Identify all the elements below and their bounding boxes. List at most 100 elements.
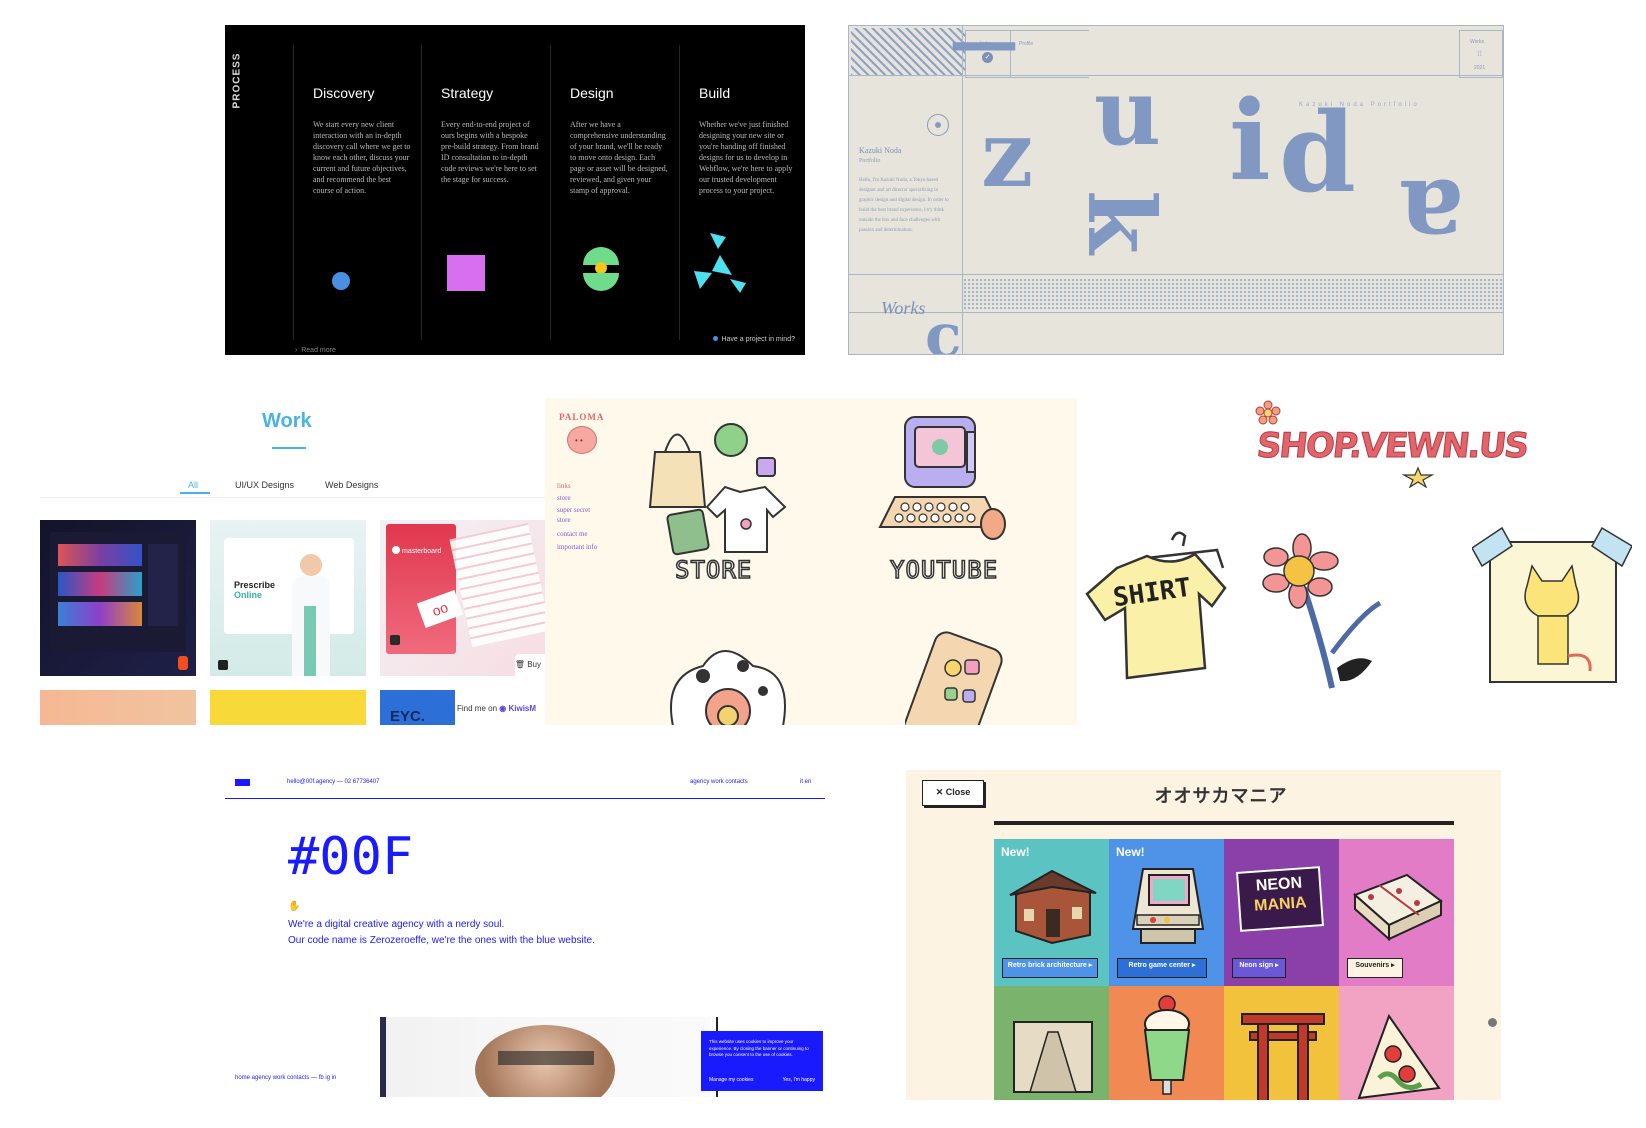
sunflower-illustration[interactable] [1262,533,1392,693]
letter-z: z [981,100,1034,208]
card-neon-sign[interactable]: NEON MANIA Neon sign ▸ [1224,839,1339,986]
card-cream-soda[interactable] [1109,986,1224,1100]
letter-a: a [1399,157,1464,275]
link-secret-store[interactable]: store [557,516,571,524]
accept-cookies-button[interactable]: Yes, I'm happy [783,1077,815,1083]
works-heading[interactable]: Works [881,298,925,319]
step-text: Every end-to-end project of ours begins … [441,120,539,184]
footer-nav[interactable]: home agency work contacts — fb ig in [235,1075,336,1081]
read-more-link[interactable]: › Read more [295,347,336,354]
process-step-strategy: Strategy Every end-to-end project of our… [421,45,549,340]
project-tile-masterboard[interactable]: masterboard oo 🗑 Buy [380,520,545,676]
kazuki-noda-panel: Index ✓ Profile Works ⁝⁝ 2021 — z u k i … [848,25,1504,355]
step-title: Build [699,85,731,101]
tab-web-designs[interactable]: Web Designs [325,480,378,490]
dot-pattern [963,278,1503,310]
link-contact-me[interactable]: contact me [557,530,588,538]
phone-illustration[interactable] [905,628,1015,725]
process-step-build: Build Whether we've just finished design… [679,45,805,340]
figma-icon [178,656,188,670]
hero-image [380,1017,718,1097]
scroll-indicator[interactable] [1488,1018,1497,1027]
step-text: We start every new client interaction wi… [313,120,411,195]
card-sandwich[interactable] [1339,986,1454,1100]
project-tile-peach[interactable] [40,690,196,725]
paloma-logo[interactable]: PALOMA • • [557,412,603,462]
cat-poster-illustration[interactable] [1472,526,1632,686]
process-step-discovery: Discovery We start every new client inte… [293,45,421,340]
dot-icon [713,336,719,341]
star-icon [1402,466,1434,488]
card-torii[interactable] [1224,986,1339,1100]
language-switch[interactable]: it en [800,779,811,785]
new-badge: New! [1001,845,1030,859]
emoji-icon: ✋ [288,901,301,912]
paloma-panel: PALOMA • • links store super secret stor… [545,398,1077,725]
store-label[interactable]: STORE [674,555,752,585]
step-title: Discovery [313,85,375,101]
project-tile-dashboard[interactable] [40,520,196,676]
project-tile-yellow[interactable] [210,690,366,725]
retro-brick-button[interactable]: Retro brick architecture ▸ [1002,958,1098,978]
osaka-mania-panel: ✕ Close オオサカマニア New! Retro brick archite… [906,770,1501,1100]
card-retro-game[interactable]: New! Retro game center ▸ [1109,839,1224,986]
buy-button[interactable]: 🗑 Buy [515,660,541,669]
store-illustration[interactable] [645,412,815,562]
neon-sign-illustration: NEON MANIA [1236,866,1324,932]
manage-cookies-button[interactable]: Manage my cookies [709,1077,753,1083]
new-badge: New! [1116,845,1145,859]
header-rule [225,798,825,799]
target-circle-icon [927,114,949,136]
sandwich-illustration [1357,1013,1441,1100]
author-subtitle: Portfolio [859,158,881,164]
tagline-line2: Our code name is Zerozeroeffe, we're the… [288,935,595,946]
link-super-secret[interactable]: super secret [557,506,590,514]
letter-u: u [1094,58,1161,166]
letter-i: i [1229,76,1271,205]
neon-sign-button[interactable]: Neon sign ▸ [1232,958,1286,978]
tab-all[interactable]: All [188,480,198,490]
contact-info[interactable]: hello@00f.agency — 02 67736407 [287,779,380,785]
grid-line [849,75,1503,76]
card-souvenirs[interactable]: Souvenirs ▸ [1339,839,1454,986]
agency-title: #00F [288,827,414,887]
top-nav[interactable]: agency work contacts [690,779,748,785]
find-me-on-badge[interactable]: Find me on ◉ KiwisM [455,690,545,725]
title-rule [994,821,1454,825]
author-bio: Hello, I'm Kazuki Noda, a Tokyo based de… [859,178,949,233]
retro-game-button[interactable]: Retro game center ▸ [1117,958,1207,978]
author-name: Kazuki Noda [859,146,902,155]
cream-soda-illustration [1143,995,1191,1095]
nav-profile[interactable]: Profile [1009,30,1089,78]
link-store[interactable]: store [557,494,571,502]
tagline-line1: We're a digital creative agency with a n… [288,919,505,930]
letter-fragment: c [925,301,962,355]
brand-mark[interactable] [235,779,250,786]
process-step-design: Design After we have a comprehensive und… [550,45,678,340]
card-retro-brick[interactable]: New! Retro brick architecture ▸ [994,839,1109,986]
torii-gate-illustration [1241,1013,1325,1100]
flower-illustration[interactable] [663,636,793,725]
project-tile-prescribe[interactable]: Prescribe Online [210,520,366,676]
works-corner[interactable]: Works ⁝⁝ 2021 [1459,30,1503,78]
card-stairs[interactable] [994,986,1109,1100]
letter-d: d [1279,88,1356,217]
process-panel: PROCESS Discovery We start every new cli… [225,25,805,355]
work-panel: Work All UI/UX Designs Web Designs Presc… [40,400,545,725]
letter-k: k [1066,190,1175,254]
tab-uiux-designs[interactable]: UI/UX Designs [235,480,294,490]
close-icon: ✕ [935,787,944,797]
gift-box-illustration [1353,873,1443,941]
active-tab-indicator [180,492,210,494]
link-important-info[interactable]: important info [557,543,597,551]
close-button[interactable]: ✕ Close [922,780,984,806]
step-text: Whether we've just finished designing yo… [699,120,793,195]
project-cta-link[interactable]: Have a project in mind? [713,336,795,343]
youtube-label[interactable]: YOUTUBE [889,555,998,585]
shop-logo[interactable]: SHOP.VEWN.US [1254,426,1529,467]
computer-illustration[interactable] [875,412,1015,562]
project-tile-eyc[interactable]: EYC. [380,690,455,725]
blue-circle-icon [332,272,350,290]
site-title: オオサカマニア [1154,786,1288,806]
souvenirs-button[interactable]: Souvenirs ▸ [1347,958,1403,978]
